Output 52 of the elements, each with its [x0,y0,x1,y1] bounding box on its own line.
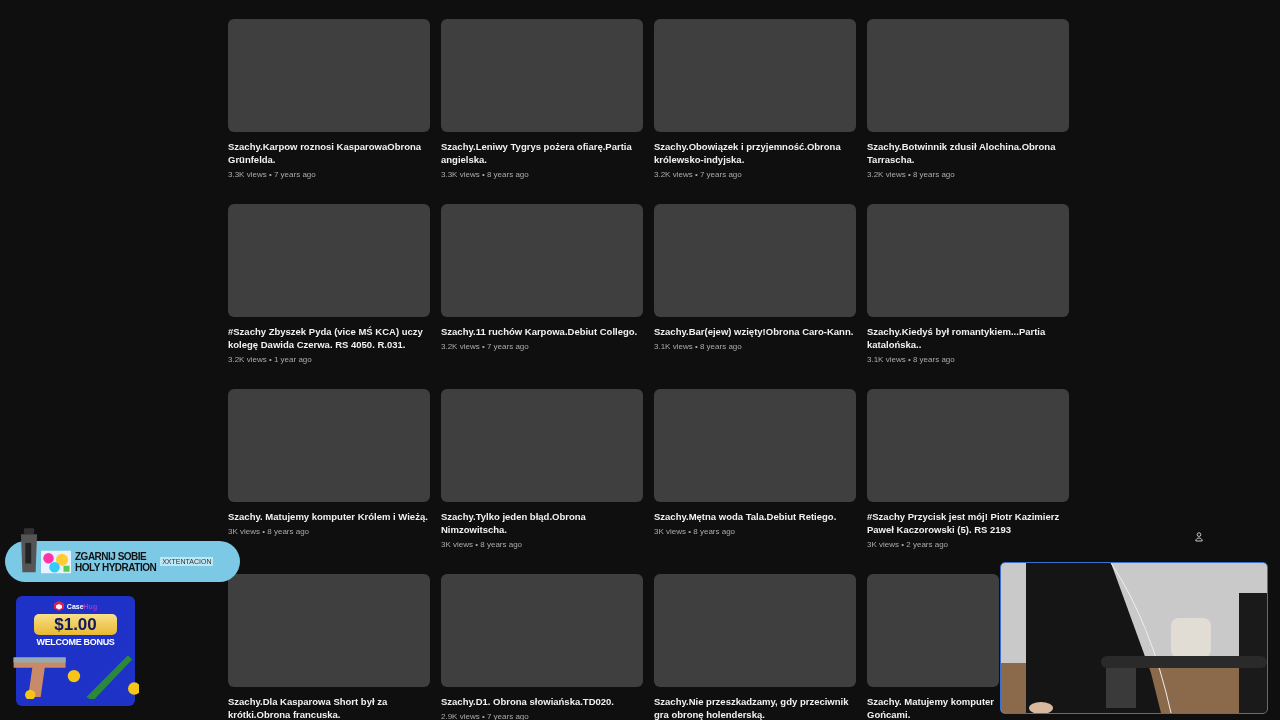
video-thumbnail[interactable] [441,389,643,502]
video-title[interactable]: Szachy.11 ruchów Karpowa.Debiut Collego. [441,325,643,338]
can-art-icon [41,548,71,575]
video-thumbnail[interactable] [654,19,856,132]
video-thumbnail[interactable] [654,574,856,687]
video-thumbnail[interactable] [228,204,430,317]
video-meta: 3.2K views • 1 year ago [228,355,312,364]
video-meta: 3.2K views • 8 years ago [867,170,955,179]
cube-icon [53,601,64,611]
video-meta: 3.3K views • 7 years ago [228,170,316,179]
video-thumbnail[interactable] [867,389,1069,502]
promo-amount: $1.00 [34,614,117,635]
video-title[interactable]: #Szachy Przycisk jest mój! Piotr Kazimierz Paweł Kaczorowski (5). RS 2193 [867,510,1069,536]
video-title[interactable]: Szachy.Tylko jeden błąd.Obrona Nimzowitscha. [441,510,643,536]
video-thumbnail[interactable] [228,19,430,132]
video-title[interactable]: Szachy.Kiedyś był romantykiem...Partia katalońska.. [867,325,1069,351]
video-title[interactable]: Szachy.Nie przeszkadzamy, gdy przeciwnik gra obronę holenderską. [654,695,856,720]
video-title[interactable]: Szachy.D1. Obrona słowiańska.TD020. [441,695,643,708]
video-meta: 3.2K views • 7 years ago [441,342,529,351]
video-title[interactable]: Szachy.Bar(ejew) wzięty!Obrona Caro-Kann. [654,325,856,338]
video-meta: 3K views • 2 years ago [867,540,949,549]
video-thumbnail[interactable] [867,574,999,687]
video-thumbnail[interactable] [867,204,1069,317]
video-title[interactable]: Szachy.Botwinnik zdusił Alochina.Obrona Tarrascha. [867,140,1069,166]
video-thumbnail[interactable] [441,204,643,317]
promo-offer: WELCOME BONUS [36,637,115,647]
video-meta: 2.9K views • 7 years ago [441,712,529,720]
video-meta: 3.3K views • 8 years ago [441,170,529,179]
video-thumbnail[interactable] [228,574,430,687]
video-title[interactable]: #Szachy Zbyszek Pyda (vice MŚ KCA) uczy kolegę Dawida Czerwa. RS 4050. R.031. [228,325,430,351]
video-meta: 3.1K views • 8 years ago [654,342,742,351]
video-meta: 3.1K views • 8 years ago [867,355,955,364]
video-thumbnail[interactable] [228,389,430,502]
video-thumbnail[interactable] [654,389,856,502]
video-title[interactable]: Szachy. Matujemy komputer Gońcami. [867,695,999,720]
video-title[interactable]: Szachy.Karpow roznosi KasparowaObrona Grünfelda. [228,140,430,166]
video-meta: 3K views • 8 years ago [441,540,523,549]
video-title[interactable]: Szachy.Mętna woda Tala.Debiut Retiego. [654,510,856,523]
video-thumbnail[interactable] [441,19,643,132]
video-meta: 3K views • 8 years ago [654,527,736,536]
video-thumbnail[interactable] [867,19,1069,132]
video-title[interactable]: Szachy.Obowiązek i przyjemność.Obrona królewsko-indyjska. [654,140,856,166]
video-meta: 3K views • 8 years ago [228,527,310,536]
video-thumbnail[interactable] [441,574,643,687]
video-title[interactable]: Szachy. Matujemy komputer Królem i Wieżą. [228,510,430,523]
person-icon [1195,532,1203,542]
video-title[interactable]: Szachy.Dla Kasparowa Short był za krótki.Obrona francuska. [228,695,430,720]
video-meta: 3.2K views • 7 years ago [654,170,742,179]
banner-headline: HOLY HYDRATION [75,561,157,573]
banner-headline: ZGARNIJ SOBIE [75,550,148,562]
video-thumbnail[interactable] [654,204,856,317]
video-title[interactable]: Szachy.Leniwy Tygrys pożera ofiarę.Partia angielska. [441,140,643,166]
